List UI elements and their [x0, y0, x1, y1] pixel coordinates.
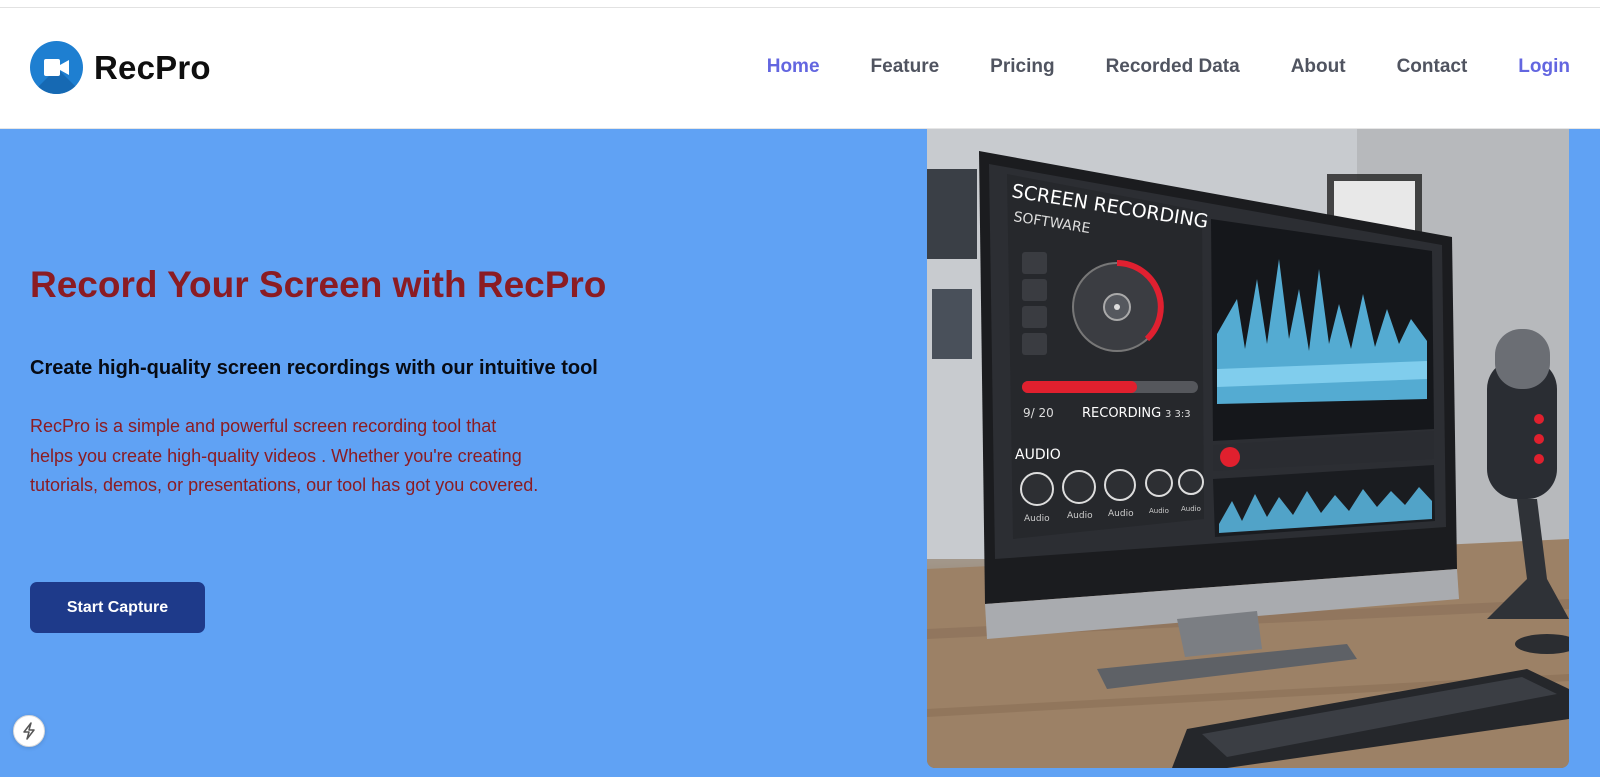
audio-button-label: Audio [1067, 511, 1093, 521]
audio-label: AUDIO [1015, 447, 1061, 463]
hero-subtitle: Create high-quality screen recordings wi… [30, 357, 598, 379]
nav-contact[interactable]: Contact [1397, 56, 1468, 78]
brand-link[interactable]: RecPro [30, 41, 211, 94]
nav-about[interactable]: About [1291, 56, 1346, 78]
hero-title: Record Your Screen with RecPro [30, 264, 607, 305]
audio-button-label: Audio [1149, 507, 1169, 515]
lightning-bolt-icon[interactable] [13, 715, 45, 747]
top-border [0, 0, 1600, 8]
nav-login[interactable]: Login [1518, 56, 1570, 78]
main-nav: Home Feature Pricing Recorded Data About… [716, 56, 1570, 78]
audio-button-label: Audio [1024, 514, 1050, 524]
audio-button-label: Audio [1108, 509, 1134, 519]
hero-description: RecPro is a simple and powerful screen r… [30, 416, 539, 495]
nav-recorded-data[interactable]: Recorded Data [1106, 56, 1240, 78]
time-right: 3 3:3 [1165, 409, 1191, 420]
nav-home[interactable]: Home [767, 56, 820, 78]
nav-feature[interactable]: Feature [871, 56, 940, 78]
recording-label: RECORDING [1082, 406, 1161, 421]
nav-pricing[interactable]: Pricing [990, 56, 1054, 78]
hero-section: Record Your Screen with RecPro Create hi… [0, 129, 1600, 777]
hero-illustration: SCREEN RECORDING SOFTWARE 9/ 20 RECORDIN… [927, 129, 1569, 768]
time-left: 9/ 20 [1023, 406, 1054, 420]
video-camera-icon [30, 41, 83, 94]
brand-name: RecPro [94, 48, 211, 86]
start-capture-button[interactable]: Start Capture [30, 582, 205, 633]
screen-recording-illustration: SCREEN RECORDING SOFTWARE 9/ 20 RECORDIN… [927, 129, 1569, 768]
audio-button-label: Audio [1181, 505, 1201, 513]
site-header: RecPro Home Feature Pricing Recorded Dat… [0, 8, 1600, 129]
